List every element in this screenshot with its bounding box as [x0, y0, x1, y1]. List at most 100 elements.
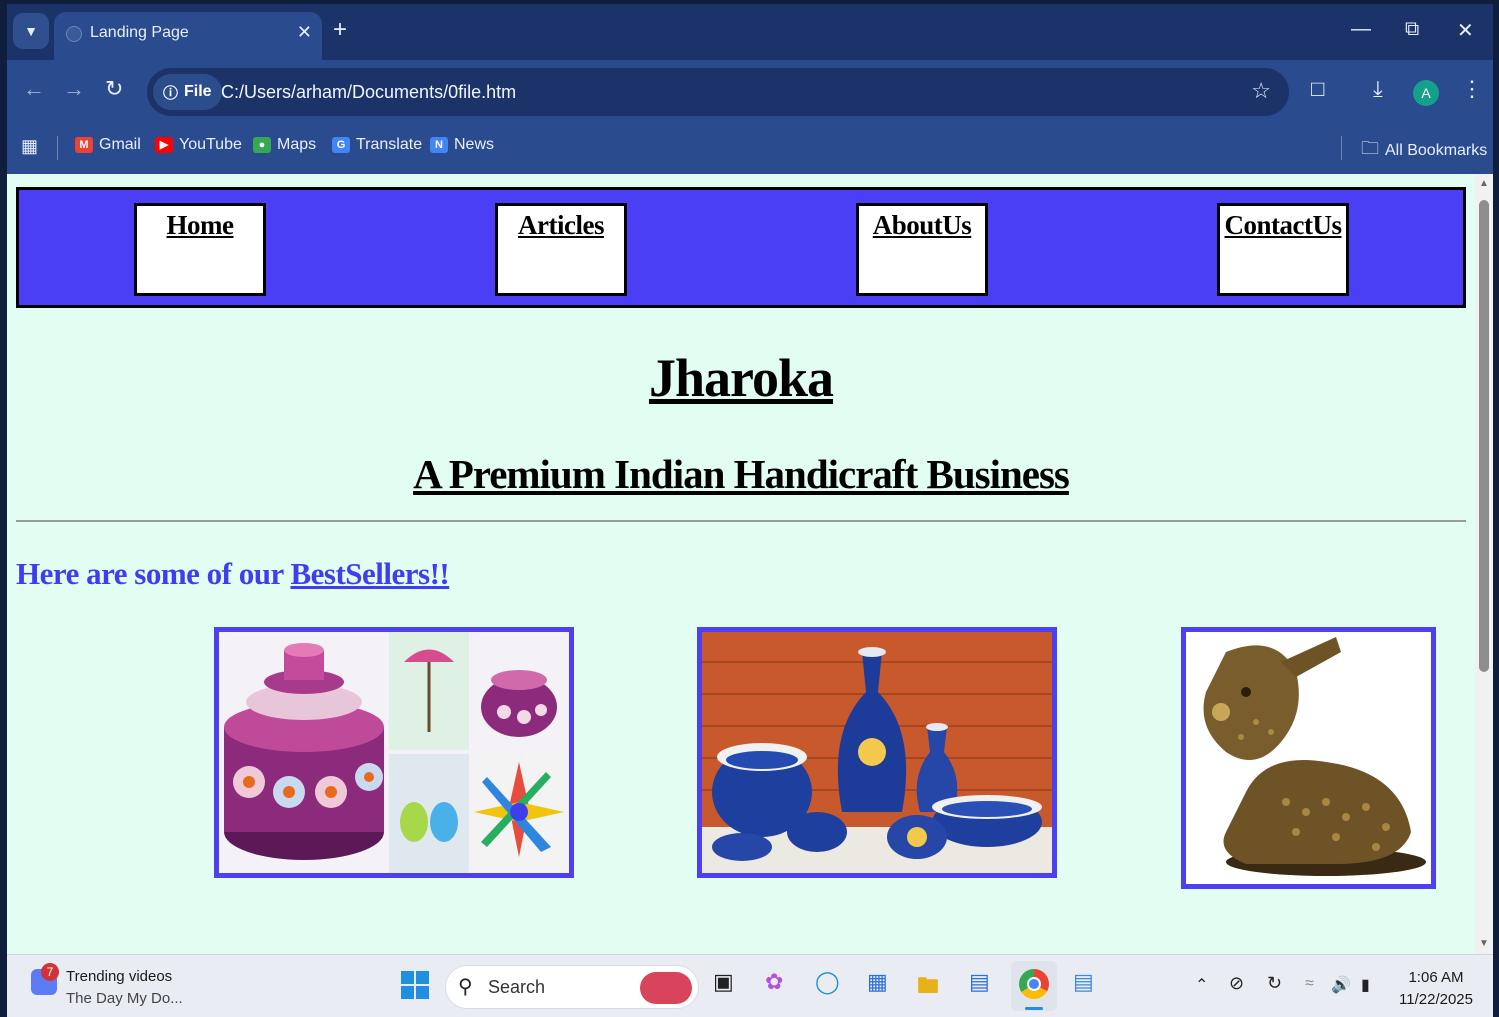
- browser-toolbar: ← → ↻ ⓘ File C:/Users/arham/Documents/0f…: [7, 60, 1493, 122]
- maps-icon: ●: [253, 137, 271, 153]
- bookmark-gmail[interactable]: M Gmail: [75, 136, 141, 154]
- gmail-icon: M: [75, 137, 93, 153]
- search-highlight-icon: [640, 972, 692, 1004]
- wifi-icon[interactable]: ≈: [1305, 975, 1314, 993]
- news-title: Trending videos: [66, 968, 173, 985]
- bookmark-youtube[interactable]: ▶ YouTube: [155, 136, 242, 154]
- nav-item-contactus: ContactUs: [1217, 203, 1349, 296]
- bestseller-image-pottery[interactable]: [697, 627, 1057, 878]
- page-scrollbar[interactable]: ▲ ▼: [1475, 174, 1493, 954]
- chevron-up-icon[interactable]: ⌃: [1195, 975, 1208, 995]
- more-menu-icon[interactable]: ⋮: [1461, 76, 1483, 102]
- bestsellers-link[interactable]: BestSellers!!: [290, 556, 449, 591]
- bookmark-separator: [57, 136, 58, 160]
- bookmark-label: Gmail: [99, 136, 141, 153]
- scroll-down-arrow-icon[interactable]: ▼: [1479, 938, 1489, 949]
- forward-icon[interactable]: →: [63, 76, 85, 102]
- folder-icon: 🗀: [1361, 138, 1379, 158]
- refresh-icon[interactable]: ↻: [1267, 973, 1282, 994]
- tab-search-button[interactable]: ▼: [13, 13, 49, 49]
- bookmark-maps[interactable]: ● Maps: [253, 136, 316, 154]
- docs-icon[interactable]: ▤: [969, 969, 990, 995]
- all-bookmarks-label: All Bookmarks: [1385, 142, 1488, 159]
- site-info-chip[interactable]: ⓘ File: [153, 74, 222, 110]
- sync-off-icon[interactable]: ⊘: [1229, 973, 1244, 994]
- nav-item-home: Home: [134, 203, 266, 296]
- clock-date: 11/22/2025: [1399, 991, 1473, 1008]
- news-badge: 7: [41, 963, 59, 981]
- bookmark-translate[interactable]: G Translate: [332, 136, 422, 154]
- blue-pottery-picture: [702, 632, 1052, 873]
- tab-title: Landing Page: [90, 24, 189, 41]
- task-view-icon[interactable]: ▣: [713, 969, 734, 995]
- translate-icon: G: [332, 137, 350, 153]
- horizontal-rule: [16, 520, 1466, 522]
- battery-icon[interactable]: ▮: [1361, 975, 1370, 995]
- tab-landing-page[interactable]: Landing Page ✕: [54, 12, 322, 60]
- globe-icon: [66, 26, 82, 42]
- active-indicator: [1025, 1007, 1043, 1010]
- windows-taskbar: 7 Trending videos The Day My Do... ⚲ Sea…: [7, 954, 1493, 1017]
- page-title: Jharoka: [648, 348, 834, 408]
- volume-icon[interactable]: 🔊: [1331, 975, 1351, 995]
- info-icon: ⓘ: [163, 84, 179, 102]
- restore-icon[interactable]: ⧉: [1405, 18, 1419, 41]
- crafts-collage-picture: [219, 632, 569, 873]
- download-icon[interactable]: ⤓: [1373, 76, 1383, 102]
- scroll-thumb[interactable]: [1479, 200, 1489, 672]
- bestseller-image-crafts[interactable]: [214, 627, 574, 878]
- tab-strip: ▼ Landing Page ✕ + — ⧉ ✕: [7, 4, 1493, 60]
- nav-link-home[interactable]: Home: [137, 210, 263, 241]
- nav-item-aboutus: AboutUs: [856, 203, 988, 296]
- reload-icon[interactable]: ↻: [105, 76, 123, 102]
- bestseller-image-brass[interactable]: [1181, 627, 1436, 889]
- profile-avatar[interactable]: A: [1413, 80, 1439, 106]
- news-subtitle: The Day My Do...: [66, 990, 183, 1007]
- search-icon: ⚲: [458, 976, 473, 998]
- bookmarks-bar: ▦ M Gmail ▶ YouTube ● Maps G Translate N…: [7, 122, 1493, 174]
- youtube-icon: ▶: [155, 137, 173, 153]
- notepad-icon[interactable]: ▤: [1073, 969, 1094, 995]
- copilot-icon[interactable]: ✿: [765, 969, 783, 995]
- bookmark-label: YouTube: [179, 136, 242, 153]
- bookmark-label: News: [454, 136, 495, 153]
- nav-link-aboutus[interactable]: AboutUs: [859, 210, 985, 241]
- nav-item-articles: Articles: [495, 203, 627, 296]
- bookmark-label: Translate: [356, 136, 423, 153]
- page-subtitle: A Premium Indian Handicraft Business: [413, 451, 1070, 497]
- site-navbar: Home Articles AboutUs ContactUs: [16, 187, 1466, 308]
- apps-grid-icon[interactable]: ▦: [21, 136, 38, 157]
- bestsellers-heading: Here are some of our BestSellers!!: [16, 556, 450, 592]
- chrome-taskbar-button[interactable]: [1011, 961, 1057, 1011]
- browser-window: ▼ Landing Page ✕ + — ⧉ ✕ ← → ↻ ⓘ File C:…: [7, 4, 1493, 1017]
- system-clock[interactable]: 1:06 AM 11/22/2025: [1391, 967, 1481, 1011]
- back-icon[interactable]: ←: [23, 76, 45, 102]
- store-icon[interactable]: ▦: [867, 969, 888, 995]
- site-info-label: File: [184, 83, 212, 100]
- clock-time: 1:06 AM: [1408, 969, 1464, 986]
- taskbar-search[interactable]: ⚲ Search: [445, 965, 699, 1009]
- windows-start-icon[interactable]: [401, 971, 429, 999]
- window-close-icon[interactable]: ✕: [1457, 18, 1474, 43]
- bookmark-label: Maps: [277, 136, 317, 153]
- edge-icon[interactable]: ◯: [815, 969, 840, 995]
- file-explorer-icon[interactable]: 🖿: [917, 969, 939, 1007]
- news-widget[interactable]: Trending videos The Day My Do...: [66, 966, 183, 1010]
- all-bookmarks-button[interactable]: 🗀 All Bookmarks: [1361, 136, 1487, 166]
- chrome-icon-center: [1027, 977, 1041, 991]
- extensions-icon[interactable]: □: [1311, 76, 1324, 102]
- close-icon[interactable]: ✕: [297, 22, 312, 43]
- page-viewport: Home Articles AboutUs ContactUs Jharoka …: [7, 174, 1475, 954]
- bookmark-separator: [1341, 136, 1342, 160]
- new-tab-button[interactable]: +: [333, 16, 347, 44]
- news-icon: N: [430, 137, 448, 153]
- bookmark-news[interactable]: N News: [430, 136, 494, 154]
- bookmark-star-icon[interactable]: ☆: [1251, 78, 1271, 104]
- scroll-up-arrow-icon[interactable]: ▲: [1479, 178, 1489, 189]
- nav-link-contactus[interactable]: ContactUs: [1220, 210, 1346, 241]
- address-bar[interactable]: ⓘ File C:/Users/arham/Documents/0file.ht…: [147, 68, 1289, 116]
- nav-link-articles[interactable]: Articles: [498, 210, 624, 241]
- url-text[interactable]: C:/Users/arham/Documents/0file.htm: [221, 82, 516, 103]
- minimize-icon[interactable]: —: [1351, 18, 1371, 41]
- search-placeholder: Search: [488, 977, 546, 997]
